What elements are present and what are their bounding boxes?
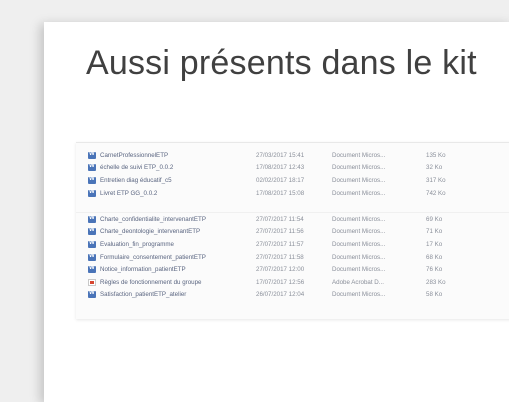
file-name: Charte_deontologie_intervenantETP <box>100 228 201 236</box>
file-size: 17 Ko <box>426 240 443 248</box>
file-explorer-list: CarnetProfessionnelETP 27/03/2017 15:41 … <box>76 142 509 319</box>
file-row[interactable]: Charte_deontologie_intervenantETP 27/07/… <box>76 226 509 239</box>
file-row[interactable]: CarnetProfessionnelETP 27/03/2017 15:41 … <box>76 149 509 162</box>
word-document-icon <box>88 176 96 184</box>
file-size: 68 Ko <box>426 253 443 261</box>
file-size: 32 Ko <box>426 164 443 172</box>
file-date: 27/07/2017 11:56 <box>256 228 304 236</box>
file-type: Document Micros... <box>332 151 386 159</box>
file-date: 27/07/2017 11:58 <box>256 253 304 261</box>
file-name: Satisfaction_patientETP_atelier <box>100 291 187 299</box>
file-date: 02/02/2017 18:17 <box>256 176 305 184</box>
file-type: Document Micros... <box>332 291 386 299</box>
file-row[interactable]: échelle de suivi ETP_0.0.2 17/08/2017 12… <box>76 162 509 175</box>
file-date: 17/07/2017 12:56 <box>256 278 305 286</box>
file-name: Règles de fonctionnement du groupe <box>100 278 202 286</box>
file-name: CarnetProfessionnelETP <box>100 151 169 159</box>
file-name: Livret ETP GG_0.0.2 <box>100 189 158 197</box>
file-group-2: Charte_confidentialite_intervenantETP 27… <box>76 212 509 301</box>
file-name: Entretien diag éducatif_c5 <box>100 176 172 184</box>
file-row[interactable]: Notice_information_patientETP 27/07/2017… <box>76 263 509 276</box>
file-type: Document Micros... <box>332 253 386 261</box>
file-date: 27/07/2017 12:00 <box>256 266 305 274</box>
file-size: 135 Ko <box>426 151 446 159</box>
word-document-icon <box>88 290 96 299</box>
file-size: 58 Ko <box>426 291 443 299</box>
file-row[interactable]: Entretien diag éducatif_c5 02/02/2017 18… <box>76 174 509 187</box>
file-type: Adobe Acrobat D... <box>332 278 384 286</box>
file-row[interactable]: Livret ETP GG_0.0.2 17/08/2017 15:08 Doc… <box>76 187 509 200</box>
file-row[interactable]: Charte_confidentialite_intervenantETP 27… <box>76 213 509 226</box>
pdf-document-icon <box>88 278 96 286</box>
file-size: 71 Ko <box>426 228 443 236</box>
file-size: 742 Ko <box>426 189 446 197</box>
file-row[interactable]: Règles de fonctionnement du groupe 17/07… <box>76 276 509 289</box>
file-date: 27/07/2017 11:57 <box>256 240 304 248</box>
word-document-icon <box>88 189 96 197</box>
file-type: Document Micros... <box>332 176 386 184</box>
word-document-icon <box>88 151 96 159</box>
file-date: 26/07/2017 12:04 <box>256 291 305 299</box>
file-name: Formulaire_consentement_patientETP <box>100 253 206 261</box>
file-date: 27/03/2017 15:41 <box>256 151 305 159</box>
file-date: 17/08/2017 15:08 <box>256 189 305 197</box>
word-document-icon <box>88 163 96 172</box>
file-group-1: CarnetProfessionnelETP 27/03/2017 15:41 … <box>76 149 509 199</box>
file-name: échelle de suivi ETP_0.0.2 <box>100 164 174 172</box>
word-document-icon <box>88 227 96 236</box>
slide-title: Aussi présents dans le kit <box>86 44 477 82</box>
word-document-icon <box>88 253 96 261</box>
file-row[interactable]: Evaluation_fin_programme 27/07/2017 11:5… <box>76 238 509 251</box>
file-type: Document Micros... <box>332 240 386 248</box>
file-name: Evaluation_fin_programme <box>100 240 174 248</box>
file-size: 317 Ko <box>426 176 446 184</box>
word-document-icon <box>88 240 96 248</box>
file-type: Document Micros... <box>332 266 386 274</box>
file-name: Charte_confidentialite_intervenantETP <box>100 215 206 223</box>
file-type: Document Micros... <box>332 215 386 223</box>
file-date: 17/08/2017 12:43 <box>256 164 305 172</box>
word-document-icon <box>88 265 96 274</box>
word-document-icon <box>88 215 96 223</box>
file-date: 27/07/2017 11:54 <box>256 215 304 223</box>
file-name: Notice_information_patientETP <box>100 266 186 274</box>
file-type: Document Micros... <box>332 189 386 197</box>
file-size: 283 Ko <box>426 278 446 286</box>
file-type: Document Micros... <box>332 164 386 172</box>
file-row[interactable]: Formulaire_consentement_patientETP 27/07… <box>76 251 509 264</box>
file-row[interactable]: Satisfaction_patientETP_atelier 26/07/20… <box>76 289 509 302</box>
file-size: 76 Ko <box>426 266 443 274</box>
file-type: Document Micros... <box>332 228 386 236</box>
file-size: 69 Ko <box>426 215 443 223</box>
slide: Aussi présents dans le kit CarnetProfess… <box>44 22 509 402</box>
